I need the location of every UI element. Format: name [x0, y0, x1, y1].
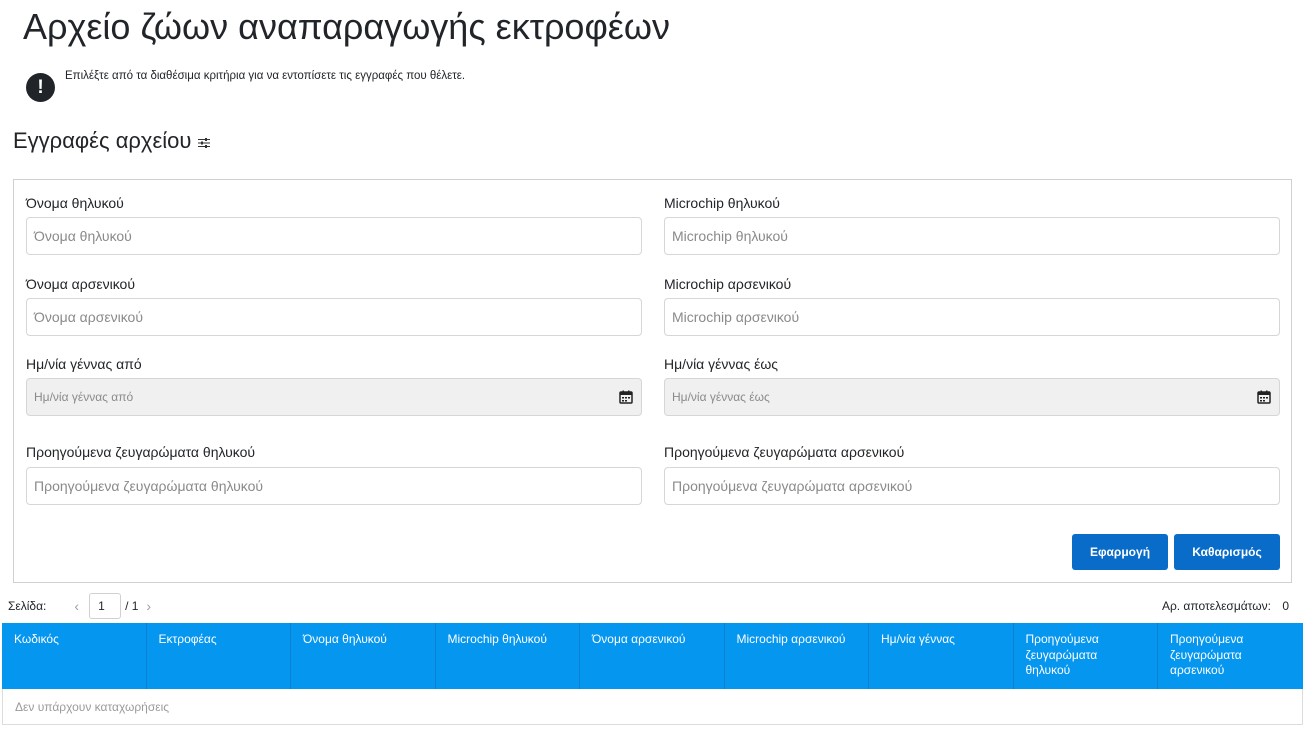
pagination: Σελίδα: ‹ 1 / 1 › [8, 593, 159, 619]
birth-from-placeholder: Ημ/νία γέννας από [34, 390, 134, 404]
female-name-input[interactable]: Όνομα θηλυκού [26, 217, 642, 255]
calendar-icon[interactable] [611, 379, 641, 415]
empty-table-message: Δεν υπάρχουν καταχωρήσεις [2, 689, 1303, 725]
results-table: Κωδικός Εκτροφέας Όνομα θηλυκού Microchi… [2, 623, 1303, 725]
column-header-female-name[interactable]: Όνομα θηλυκού [291, 623, 436, 689]
birth-from-label: Ημ/νία γέννας από [26, 356, 142, 372]
column-header-male-name[interactable]: Όνομα αρσενικού [580, 623, 725, 689]
female-microchip-label: Microchip θηλυκού [664, 195, 780, 211]
male-prev-matings-input[interactable]: Προηγούμενα ζευγαρώματα αρσενικού [664, 467, 1280, 505]
page-number-input[interactable]: 1 [89, 593, 122, 619]
birth-to-placeholder: Ημ/νία γέννας έως [672, 390, 770, 404]
male-name-placeholder: Όνομα αρσενικού [34, 309, 143, 325]
birth-to-label: Ημ/νία γέννας έως [664, 356, 779, 372]
female-prev-matings-input[interactable]: Προηγούμενα ζευγαρώματα θηλυκού [26, 467, 642, 505]
female-name-label: Όνομα θηλυκού [26, 195, 124, 211]
table-header: Κωδικός Εκτροφέας Όνομα θηλυκού Microchi… [2, 623, 1303, 689]
results-count: Αρ. αποτελεσμάτων: 0 [1162, 599, 1289, 613]
page-label: Σελίδα: [8, 599, 47, 613]
total-pages: / 1 [125, 599, 139, 613]
section-title: Εγγραφές αρχείου [13, 128, 211, 154]
exclamation-circle-icon: ! [26, 73, 55, 102]
female-prev-matings-placeholder: Προηγούμενα ζευγαρώματα θηλυκού [34, 478, 264, 494]
female-prev-matings-label: Προηγούμενα ζευγαρώματα θηλυκού [26, 444, 256, 460]
female-name-placeholder: Όνομα θηλυκού [34, 228, 132, 244]
column-header-code[interactable]: Κωδικός [2, 623, 147, 689]
column-header-birth-date[interactable]: Ημ/νία γέννας [869, 623, 1014, 689]
page-title: Αρχείο ζώων αναπαραγωγής εκτροφέων [23, 6, 670, 47]
chevron-right-icon[interactable]: › [146, 598, 151, 614]
column-header-breeder[interactable]: Εκτροφέας [147, 623, 291, 689]
chevron-left-icon[interactable]: ‹ [74, 598, 79, 614]
column-header-female-prev-matings[interactable]: Προηγούμενα ζευγαρώματα θηλυκού [1014, 623, 1158, 689]
info-message: ! Επιλέξτε από τα διαθέσιμα κριτήρια για… [26, 70, 465, 102]
male-name-input[interactable]: Όνομα αρσενικού [26, 298, 642, 336]
clear-button[interactable]: Καθαρισμός [1174, 534, 1280, 570]
male-microchip-placeholder: Microchip αρσενικού [672, 309, 800, 325]
results-label: Αρ. αποτελεσμάτων: [1161, 599, 1271, 613]
male-name-label: Όνομα αρσενικού [26, 276, 135, 292]
calendar-icon[interactable] [1249, 379, 1279, 415]
apply-button[interactable]: Εφαρμογή [1072, 534, 1168, 570]
info-message-text: Επιλέξτε από τα διαθέσιμα κριτήρια για ν… [65, 70, 466, 82]
female-microchip-placeholder: Microchip θηλυκού [672, 228, 788, 244]
sliders-icon[interactable] [198, 137, 211, 149]
male-prev-matings-label: Προηγούμενα ζευγαρώματα αρσενικού [664, 444, 905, 460]
column-header-male-prev-matings[interactable]: Προηγούμενα ζευγαρώματα αρσενικού [1158, 623, 1303, 689]
male-microchip-label: Microchip αρσενικού [664, 276, 792, 292]
column-header-male-microchip[interactable]: Microchip αρσενικού [725, 623, 869, 689]
male-prev-matings-placeholder: Προηγούμενα ζευγαρώματα αρσενικού [672, 478, 913, 494]
results-value: 0 [1282, 599, 1289, 613]
birth-from-input[interactable]: Ημ/νία γέννας από [26, 378, 642, 416]
male-microchip-input[interactable]: Microchip αρσενικού [664, 298, 1280, 336]
birth-to-input[interactable]: Ημ/νία γέννας έως [664, 378, 1280, 416]
filter-panel: Όνομα θηλυκού Όνομα θηλυκού Microchip θη… [13, 179, 1292, 583]
female-microchip-input[interactable]: Microchip θηλυκού [664, 217, 1280, 255]
column-header-female-microchip[interactable]: Microchip θηλυκού [436, 623, 580, 689]
section-title-text: Εγγραφές αρχείου [13, 128, 192, 153]
